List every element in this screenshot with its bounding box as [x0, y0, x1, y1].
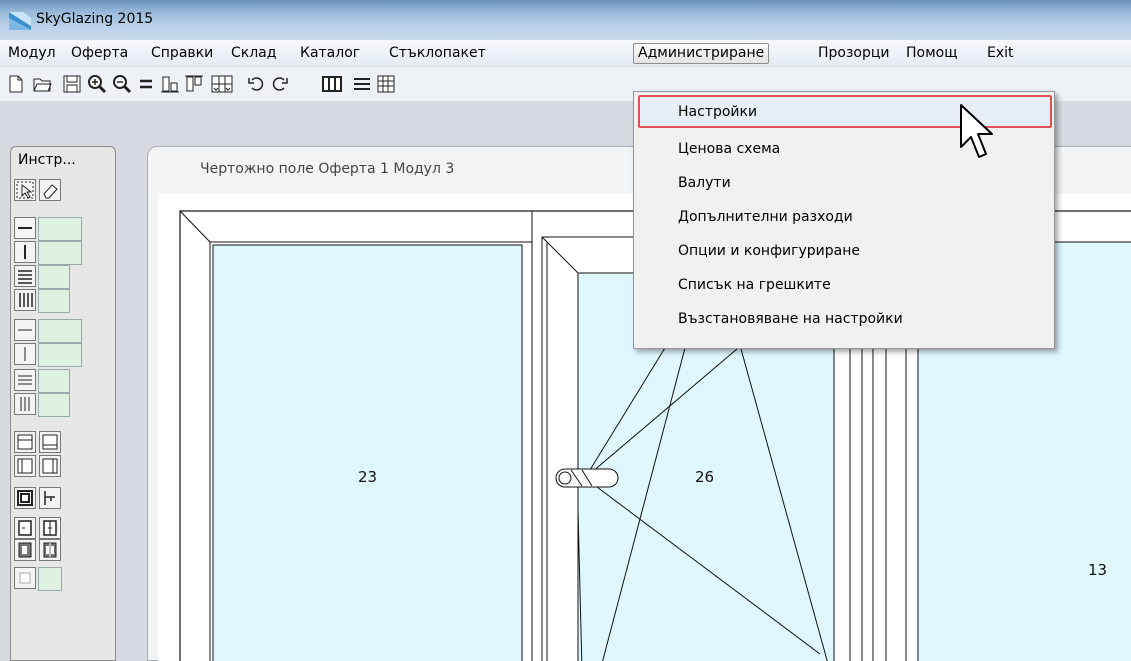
open-folder-icon[interactable]: [30, 72, 53, 95]
single-horizontal-icon[interactable]: [14, 319, 36, 341]
drawing-panel-title: Чертожно поле Оферта 1 Модул 3: [200, 161, 455, 177]
menu-item-settings[interactable]: Настройки: [678, 97, 757, 127]
sash-split-icon[interactable]: [39, 517, 61, 539]
zoom-out-icon[interactable]: [110, 72, 133, 95]
menu-help[interactable]: Помощ: [902, 44, 961, 65]
menu-item-additional-costs[interactable]: Допълнителни разходи: [678, 202, 853, 232]
save-icon[interactable]: [60, 72, 83, 95]
thin-horizontal-lines-icon[interactable]: [14, 369, 36, 391]
handle-tool-icon[interactable]: [39, 487, 61, 509]
menu-glass-unit[interactable]: Стъклопакет: [385, 44, 490, 65]
vertical-lines-icon[interactable]: [14, 289, 36, 311]
pane-number: 26: [695, 468, 715, 486]
door-double-icon[interactable]: [39, 539, 61, 561]
window-title: SkyGlazing 2015: [36, 11, 154, 27]
columns-view-icon[interactable]: [318, 72, 346, 95]
frame-left-icon[interactable]: [14, 455, 36, 477]
door-left-icon[interactable]: [14, 539, 36, 561]
horizontal-bar-icon[interactable]: [14, 217, 36, 239]
menu-administration[interactable]: Администриране: [633, 43, 770, 64]
title-bar: SkyGlazing 2015: [0, 0, 1131, 40]
menu-item-restore-settings[interactable]: Възстановяване на настройки: [678, 304, 903, 334]
frame-bottom-icon[interactable]: [39, 431, 61, 453]
tool-value-field[interactable]: [38, 393, 70, 417]
vertical-bar-icon[interactable]: [14, 241, 36, 263]
tool-value-field[interactable]: [38, 241, 82, 265]
distribute-icon[interactable]: [208, 72, 236, 95]
menu-exit[interactable]: Exit: [983, 44, 1018, 65]
pane-number: 23: [358, 468, 378, 486]
menu-item-currencies[interactable]: Валути: [678, 168, 731, 198]
frame-right-icon[interactable]: [39, 455, 61, 477]
sash-left-icon[interactable]: [14, 517, 36, 539]
menu-item-error-list[interactable]: Списък на грешките: [678, 270, 831, 300]
tool-value-field[interactable]: [38, 217, 82, 241]
align-bottom-icon[interactable]: [158, 72, 181, 95]
thin-vertical-lines-icon[interactable]: [14, 393, 36, 415]
new-file-icon[interactable]: [4, 72, 27, 95]
menu-bar: Модул Оферта Справки Склад Каталог Стъкл…: [0, 40, 1131, 67]
frame-tool-icon[interactable]: [14, 487, 36, 509]
menu-catalog[interactable]: Каталог: [296, 44, 364, 65]
undo-icon[interactable]: [244, 72, 267, 95]
eraser-tool-icon[interactable]: [39, 179, 61, 201]
tool-panel: Инстр...: [10, 146, 116, 661]
tool-value-field[interactable]: [38, 289, 70, 313]
app-logo-icon: [9, 12, 31, 30]
menu-reports[interactable]: Справки: [147, 44, 217, 65]
grid-view-icon[interactable]: [374, 72, 397, 95]
tool-value-field[interactable]: [38, 265, 70, 289]
tool-value-field[interactable]: [38, 567, 62, 591]
menu-module[interactable]: Модул: [4, 44, 60, 65]
horizontal-lines-icon[interactable]: [14, 265, 36, 287]
menu-offer[interactable]: Оферта: [67, 44, 132, 65]
menu-item-price-scheme[interactable]: Ценова схема: [678, 134, 780, 164]
redo-icon[interactable]: [268, 72, 291, 95]
tool-value-field[interactable]: [38, 319, 82, 343]
menu-item-options-configuration[interactable]: Опции и конфигуриране: [678, 236, 860, 266]
select-tool-icon[interactable]: [14, 179, 36, 201]
rows-view-icon[interactable]: [350, 72, 373, 95]
menu-warehouse[interactable]: Склад: [227, 44, 280, 65]
menu-windows[interactable]: Прозорци: [814, 44, 894, 65]
single-vertical-icon[interactable]: [14, 343, 36, 365]
equal-icon[interactable]: [134, 72, 157, 95]
tool-value-field[interactable]: [38, 369, 70, 393]
tool-value-field[interactable]: [38, 343, 82, 367]
pane-number: 13: [1088, 561, 1108, 579]
frame-top-icon[interactable]: [14, 431, 36, 453]
zoom-in-icon[interactable]: [85, 72, 108, 95]
align-top-icon[interactable]: [182, 72, 205, 95]
mouse-cursor-icon: [960, 104, 993, 158]
small-tool-icon[interactable]: [14, 567, 36, 589]
tool-panel-tab[interactable]: Инстр...: [11, 147, 85, 179]
